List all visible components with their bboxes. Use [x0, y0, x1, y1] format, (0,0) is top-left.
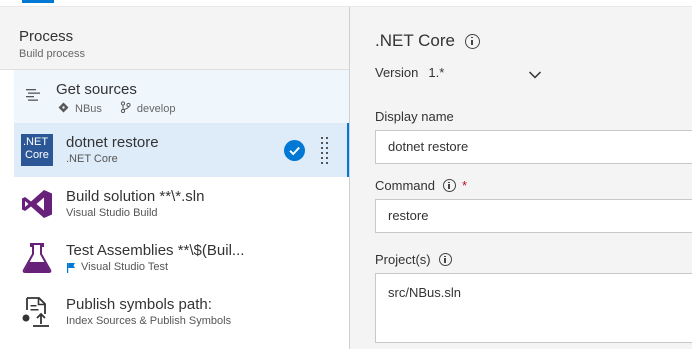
get-sources-meta: NBus develop: [58, 101, 193, 116]
task-dotnet-restore[interactable]: .NET Core dotnet restore .NET Core: [14, 123, 349, 177]
projects-label-row: Project(s): [375, 252, 452, 267]
active-tab-indicator: [22, 0, 54, 3]
task-subtitle: Index Sources & Publish Symbols: [66, 315, 232, 327]
get-sources-item[interactable]: Get sources NBus develop: [14, 70, 349, 123]
build-definition-editor: Process Build process Get sources NBus d…: [0, 0, 692, 349]
task-publish-symbols[interactable]: Publish symbols path: Index Sources & Pu…: [14, 285, 349, 339]
command-label-row: Command *: [375, 178, 467, 193]
info-icon[interactable]: [442, 179, 456, 192]
drag-handle-icon[interactable]: [320, 136, 330, 164]
process-subtitle: Build process: [19, 48, 86, 60]
task-build-solution[interactable]: Build solution **\*.sln Visual Studio Bu…: [14, 177, 349, 231]
command-label: Command: [375, 178, 435, 193]
badge-line-1: .NET: [23, 136, 49, 148]
display-name-field[interactable]: dotnet restore: [375, 130, 692, 164]
badge-line-2: Core: [25, 149, 49, 161]
info-icon[interactable]: [465, 33, 480, 49]
repo-diamond-icon: [58, 102, 75, 116]
visual-studio-icon: [21, 188, 53, 220]
branch-info: develop: [120, 101, 176, 116]
process-title: Process: [19, 28, 74, 45]
info-icon[interactable]: [438, 253, 452, 266]
task-title: dotnet restore: [66, 134, 159, 151]
repo-info: NBus: [58, 102, 102, 116]
dotnet-core-icon: .NET Core: [21, 134, 53, 166]
task-subtitle: Visual Studio Build: [66, 207, 158, 219]
projects-label: Project(s): [375, 252, 431, 267]
list-lines-icon: [25, 87, 41, 103]
get-sources-title: Get sources: [56, 81, 137, 98]
projects-field[interactable]: src/NBus.sln: [375, 273, 692, 343]
required-marker: *: [461, 178, 468, 193]
command-field[interactable]: restore: [375, 199, 692, 233]
chevron-down-icon[interactable]: [528, 67, 542, 79]
process-header[interactable]: Process Build process: [0, 7, 349, 70]
flag-icon: [66, 262, 76, 273]
task-subtitle: Visual Studio Test: [81, 261, 169, 273]
branch-icon: [120, 101, 137, 116]
task-enabled-checkmark-icon[interactable]: [284, 140, 305, 161]
process-panel: Process Build process Get sources NBus d…: [0, 7, 349, 349]
publish-symbols-icon: [21, 296, 53, 328]
task-test-assemblies[interactable]: Test Assemblies **\$(Buil... Visual Stud…: [14, 231, 349, 285]
flask-icon: [21, 242, 53, 274]
task-title: Test Assemblies **\$(Buil...: [66, 242, 245, 259]
branch-name: develop: [136, 102, 176, 115]
task-title: Build solution **\*.sln: [66, 188, 205, 205]
version-row[interactable]: Version 1.*: [375, 65, 444, 80]
version-label: Version: [375, 65, 419, 80]
version-value: 1.*: [428, 65, 445, 80]
task-title: Publish symbols path:: [66, 296, 212, 313]
task-details-panel: .NET Core Version 1.* Display name dotne…: [350, 7, 692, 349]
repo-name: NBus: [75, 102, 102, 115]
top-tab-strip: [0, 0, 692, 7]
task-subtitle: .NET Core: [66, 153, 118, 165]
details-title-row: .NET Core: [375, 31, 480, 51]
task-subtitle-row: Visual Studio Test: [66, 261, 168, 273]
display-name-label: Display name: [375, 109, 454, 124]
details-title: .NET Core: [375, 31, 455, 50]
